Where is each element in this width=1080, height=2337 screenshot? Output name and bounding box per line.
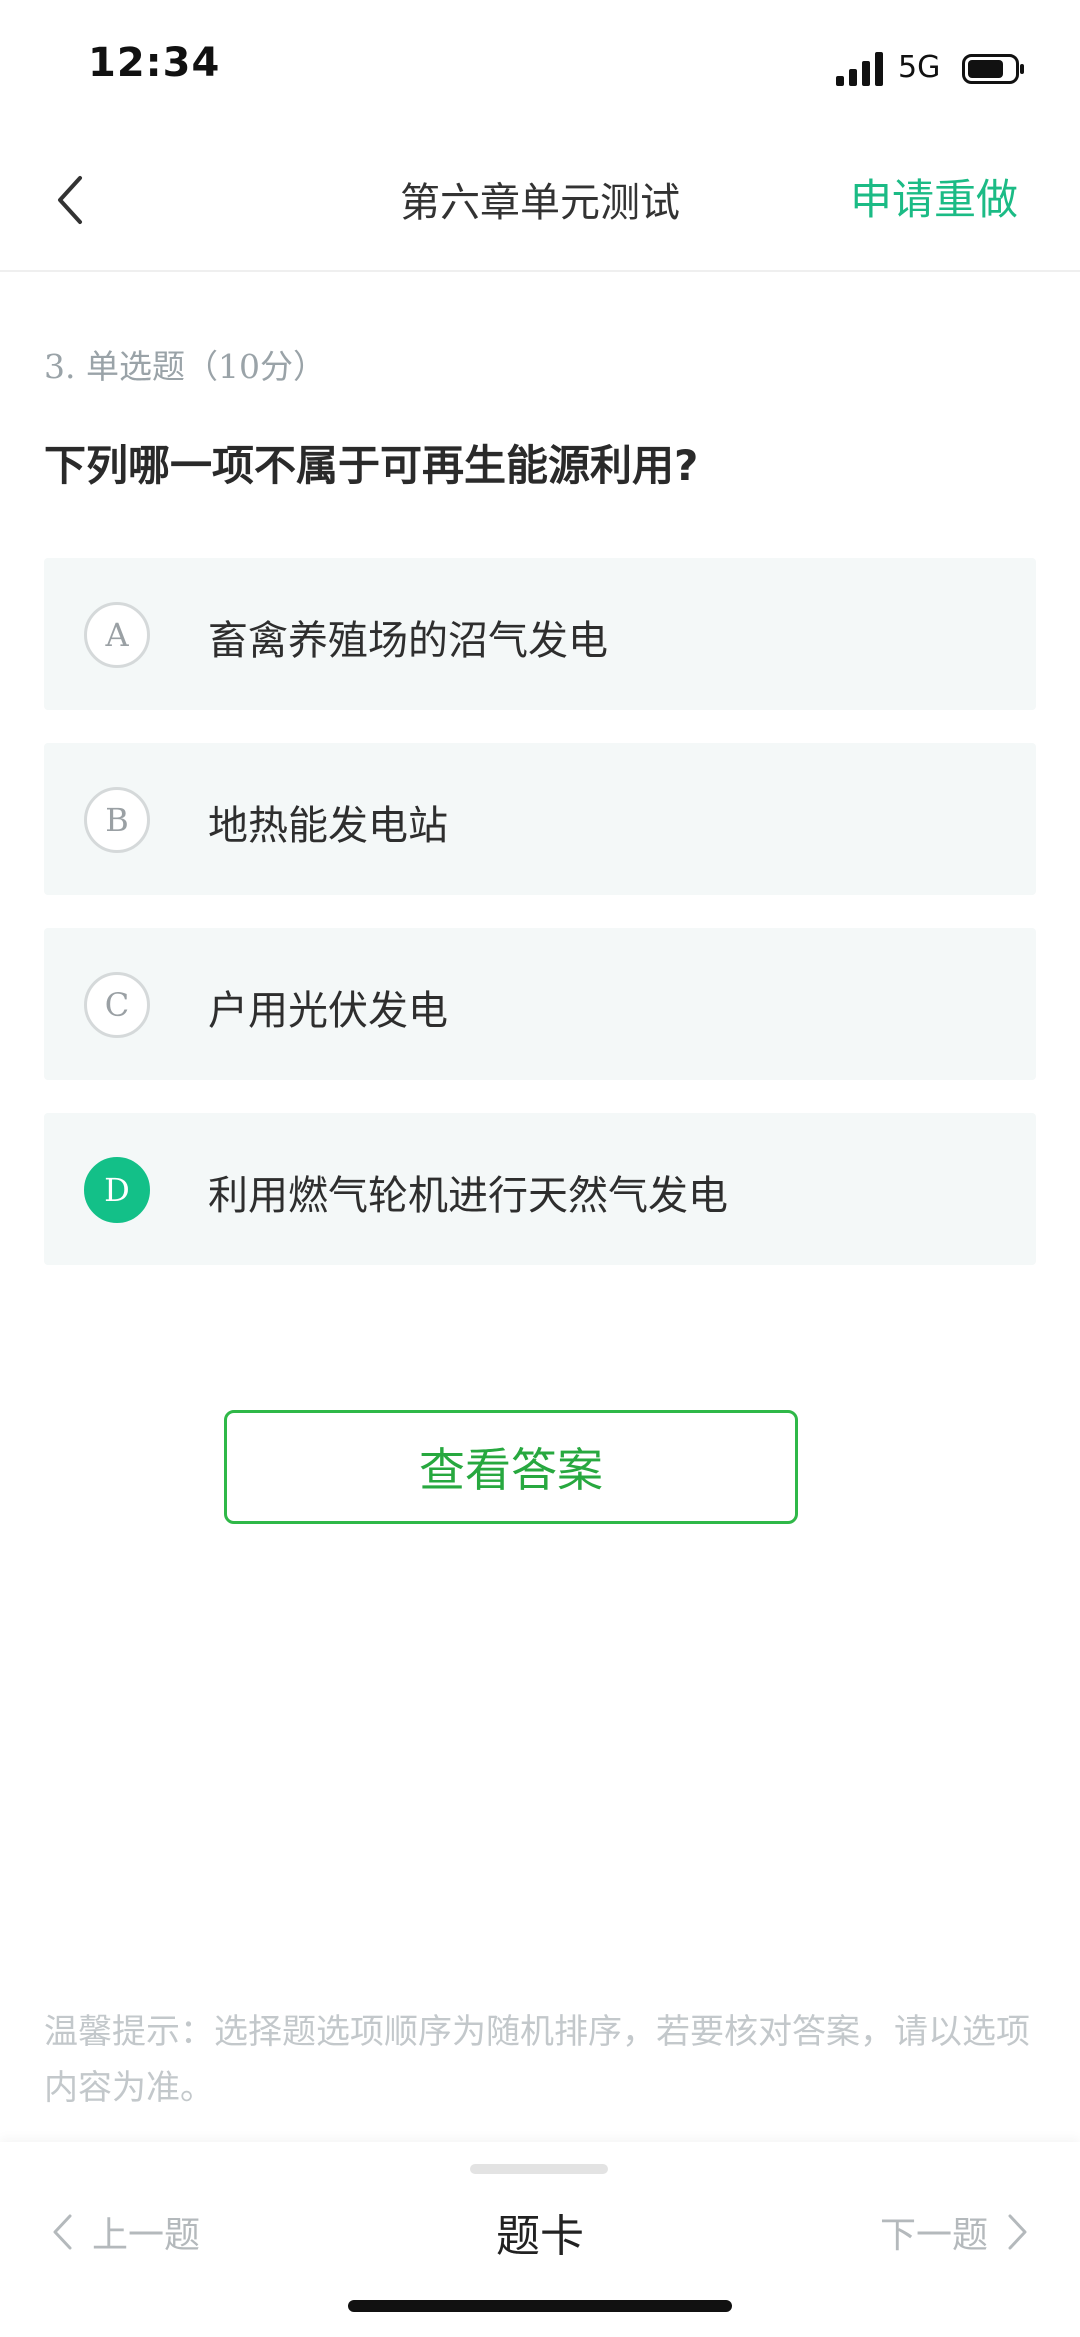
- home-indicator: [348, 2300, 732, 2312]
- option-letter-badge-selected: D: [84, 1157, 150, 1223]
- drag-handle[interactable]: [470, 2164, 608, 2174]
- navigation-bar: 第六章单元测试 申请重做: [0, 130, 1080, 272]
- previous-question-button[interactable]: 上一题: [50, 2206, 200, 2258]
- chevron-right-icon: [1008, 2214, 1027, 2250]
- next-question-button[interactable]: 下一题: [880, 2206, 1030, 2258]
- option-d[interactable]: D 利用燃气轮机进行天然气发电: [44, 1113, 1036, 1265]
- option-label: 地热能发电站: [208, 803, 448, 849]
- bottom-navigation: 上一题 题卡 下一题: [0, 2142, 1080, 2337]
- option-letter-badge: B: [84, 787, 150, 853]
- option-letter-badge: C: [84, 972, 150, 1038]
- question-meta: 3. 单选题（10分）: [44, 347, 326, 386]
- option-label: 畜禽养殖场的沼气发电: [208, 618, 608, 664]
- chevron-left-icon: [53, 2214, 72, 2250]
- option-c[interactable]: C 户用光伏发电: [44, 928, 1036, 1080]
- status-time: 12:34: [88, 40, 221, 86]
- request-redo-button[interactable]: 申请重做: [850, 166, 1018, 227]
- option-label: 利用燃气轮机进行天然气发电: [208, 1173, 728, 1219]
- next-question-label: 下一题: [879, 2215, 988, 2256]
- question-card-button[interactable]: 题卡: [496, 2211, 584, 2262]
- status-bar: 12:34 5G: [0, 0, 1080, 130]
- signal-strength-icon: [836, 52, 883, 86]
- view-answer-button[interactable]: 查看答案: [224, 1410, 798, 1524]
- tip-text: 温馨提示：选择题选项顺序为随机排序，若要核对答案，请以选项内容为准。: [44, 2012, 1030, 2108]
- option-label: 户用光伏发电: [208, 988, 448, 1034]
- option-a[interactable]: A 畜禽养殖场的沼气发电: [44, 558, 1036, 710]
- option-b[interactable]: B 地热能发电站: [44, 743, 1036, 895]
- option-letter-badge: A: [84, 602, 150, 668]
- network-type: 5G: [898, 50, 941, 85]
- battery-icon: [962, 54, 1024, 84]
- question-text: 下列哪一项不属于可再生能源利用?: [44, 441, 699, 490]
- previous-question-label: 上一题: [92, 2215, 201, 2256]
